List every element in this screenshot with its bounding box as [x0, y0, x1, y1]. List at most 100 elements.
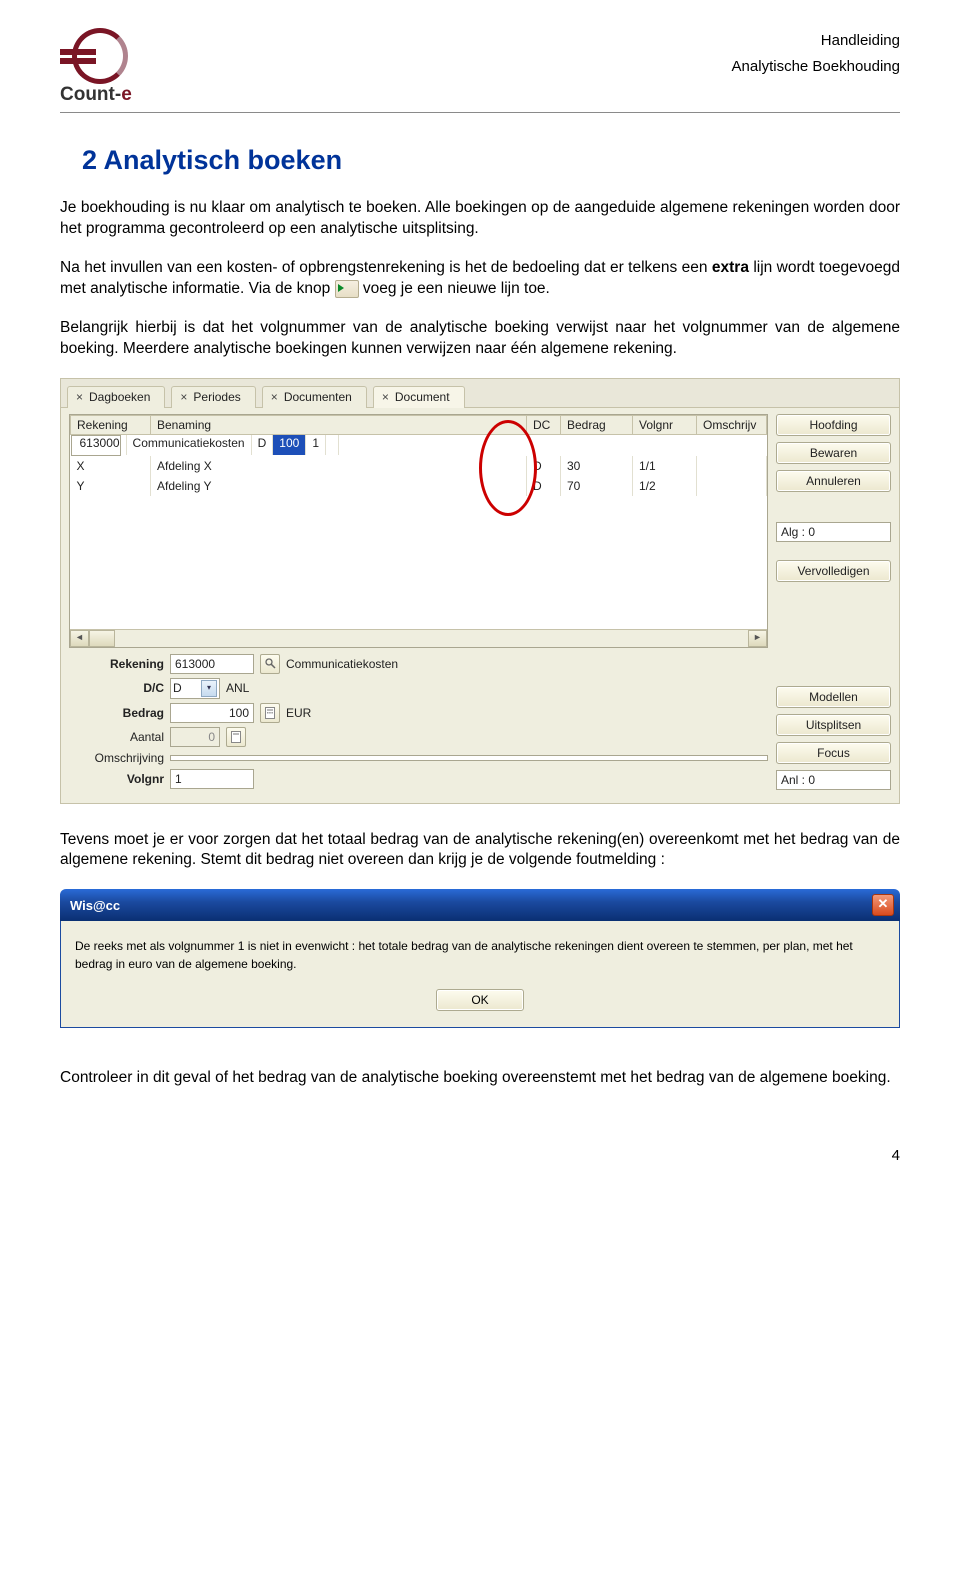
tabs-bar: × Dagboeken ×Periodes × Documenten × Docume…: [61, 379, 899, 408]
dc-value: D: [173, 681, 182, 695]
rekening-input[interactable]: 613000: [170, 654, 254, 674]
dialog-titlebar: Wis@cc ✕: [60, 889, 900, 921]
grid-row[interactable]: 613000 Communicatiekosten D 100 1: [71, 435, 121, 456]
uitsplitsen-button[interactable]: Uitsplitsen: [776, 714, 891, 736]
close-icon[interactable]: ×: [271, 390, 278, 404]
cell-benaming[interactable]: Afdeling Y: [151, 476, 527, 496]
add-line-icon: [335, 280, 359, 298]
focus-button[interactable]: Focus: [776, 742, 891, 764]
col-rekening[interactable]: Rekening: [71, 415, 151, 434]
aantal-input[interactable]: 0: [170, 727, 220, 747]
volgnr-input[interactable]: 1: [170, 769, 254, 789]
anl-field[interactable]: Anl : 0: [776, 770, 891, 790]
scroll-thumb[interactable]: [89, 630, 115, 647]
rekening-label: Rekening: [69, 657, 164, 671]
logo-text: Count-e: [60, 84, 132, 106]
rekening-desc: Communicatiekosten: [286, 657, 398, 671]
annuleren-button[interactable]: Annuleren: [776, 470, 891, 492]
paragraph-4: Tevens moet je er voor zorgen dat het to…: [60, 830, 900, 872]
side-button-column-bottom: Modellen Uitsplitsen Focus Anl : 0: [776, 654, 891, 793]
cell-omschrijving[interactable]: [697, 476, 767, 496]
header-right: Handleiding Analytische Boekhouding: [732, 28, 900, 79]
bedrag-input[interactable]: 100: [170, 703, 254, 723]
dialog-close-button[interactable]: ✕: [872, 894, 894, 916]
cell-dc[interactable]: D: [527, 476, 561, 496]
ok-button[interactable]: OK: [436, 989, 524, 1011]
anl-label: ANL: [226, 681, 249, 695]
modellen-button[interactable]: Modellen: [776, 686, 891, 708]
dialog-message: De reeks met als volgnummer 1 is niet in…: [75, 937, 885, 973]
section-title: 2 Analytisch boeken: [60, 145, 900, 176]
col-benaming[interactable]: Benaming: [151, 415, 527, 434]
app-panel: × Dagboeken ×Periodes × Documenten × Docume…: [60, 378, 900, 804]
logo: Count-e: [60, 28, 150, 106]
error-dialog: Wis@cc ✕ De reeks met als volgnummer 1 i…: [60, 889, 900, 1028]
cell-omschrijving[interactable]: [326, 435, 339, 455]
cell-rekening[interactable]: Y: [71, 476, 151, 496]
calculator-icon[interactable]: [226, 727, 246, 747]
close-icon[interactable]: ×: [76, 390, 83, 404]
grid-header-row: Rekening Benaming DC Bedrag Volgnr Omsch…: [71, 415, 767, 434]
dc-label: D/C: [69, 681, 164, 695]
cell-rekening[interactable]: 613000: [74, 435, 127, 455]
close-icon[interactable]: ×: [180, 390, 187, 404]
col-volgnr[interactable]: Volgnr: [633, 415, 697, 434]
tab-label: Document: [395, 390, 450, 404]
euro-ring-icon: [72, 28, 128, 84]
col-omschrijving[interactable]: Omschrijv: [697, 415, 767, 434]
tab-label: Dagboeken: [89, 390, 150, 404]
cell-bedrag[interactable]: 70: [561, 476, 633, 496]
detail-form: Rekening 613000 Communicatiekosten D/C D…: [69, 654, 768, 793]
para2-a: Na het invullen van een kosten- of opbre…: [60, 259, 712, 276]
chevron-down-icon[interactable]: ▾: [201, 680, 217, 697]
para2-c: voeg je een nieuwe lijn toe.: [359, 280, 550, 297]
page-number: 4: [60, 1107, 900, 1164]
paragraph-1: Je boekhouding is nu klaar om analytisch…: [60, 198, 900, 240]
scroll-right-icon[interactable]: ►: [748, 630, 767, 647]
cell-benaming[interactable]: Communicatiekosten: [127, 435, 252, 455]
cell-bedrag[interactable]: 100: [273, 435, 306, 455]
scroll-left-icon[interactable]: ◄: [70, 630, 89, 647]
bewaren-button[interactable]: Bewaren: [776, 442, 891, 464]
para2-bold: extra: [712, 259, 749, 276]
cell-dc[interactable]: D: [527, 456, 561, 476]
euro-bars-icon: [60, 49, 96, 55]
grid-row[interactable]: X Afdeling X D 30 1/1: [71, 456, 767, 476]
grid-row[interactable]: Y Afdeling Y D 70 1/2: [71, 476, 767, 496]
paragraph-2: Na het invullen van een kosten- of opbre…: [60, 258, 900, 300]
cell-omschrijving[interactable]: [697, 456, 767, 476]
cell-volgnr[interactable]: 1/2: [633, 476, 697, 496]
paragraph-5: Controleer in dit geval of het bedrag va…: [60, 1068, 900, 1089]
calculator-icon[interactable]: [260, 703, 280, 723]
search-icon[interactable]: [260, 654, 280, 674]
close-icon[interactable]: ×: [382, 390, 389, 404]
header-line1: Handleiding: [732, 28, 900, 54]
cell-volgnr[interactable]: 1/1: [633, 456, 697, 476]
tab-periodes[interactable]: ×Periodes: [171, 386, 255, 408]
tab-document[interactable]: × Document: [373, 386, 465, 408]
logo-text-e: e: [121, 84, 132, 105]
hoofding-button[interactable]: Hoofding: [776, 414, 891, 436]
paragraph-3: Belangrijk hierbij is dat het volgnummer…: [60, 318, 900, 360]
cell-rekening[interactable]: X: [71, 456, 151, 476]
cell-benaming[interactable]: Afdeling X: [151, 456, 527, 476]
cell-volgnr[interactable]: 1: [306, 435, 326, 455]
dialog-title: Wis@cc: [70, 898, 120, 913]
volgnr-label: Volgnr: [69, 772, 164, 786]
dc-select[interactable]: D▾: [170, 678, 220, 699]
cell-dc[interactable]: D: [252, 435, 274, 455]
header-line2: Analytische Boekhouding: [732, 54, 900, 80]
cell-bedrag[interactable]: 30: [561, 456, 633, 476]
horizontal-scrollbar[interactable]: ◄ ►: [70, 629, 767, 647]
alg-field[interactable]: Alg : 0: [776, 522, 891, 542]
booking-grid[interactable]: Rekening Benaming DC Bedrag Volgnr Omsch…: [69, 414, 768, 648]
logo-text-main: Count-: [60, 84, 121, 105]
col-bedrag[interactable]: Bedrag: [561, 415, 633, 434]
vervolledigen-button[interactable]: Vervolledigen: [776, 560, 891, 582]
omschrijving-input[interactable]: [170, 755, 768, 761]
bedrag-label: Bedrag: [69, 706, 164, 720]
tab-dagboeken[interactable]: × Dagboeken: [67, 386, 165, 408]
tab-documenten[interactable]: × Documenten: [262, 386, 367, 408]
tab-label: Documenten: [284, 390, 352, 404]
col-dc[interactable]: DC: [527, 415, 561, 434]
